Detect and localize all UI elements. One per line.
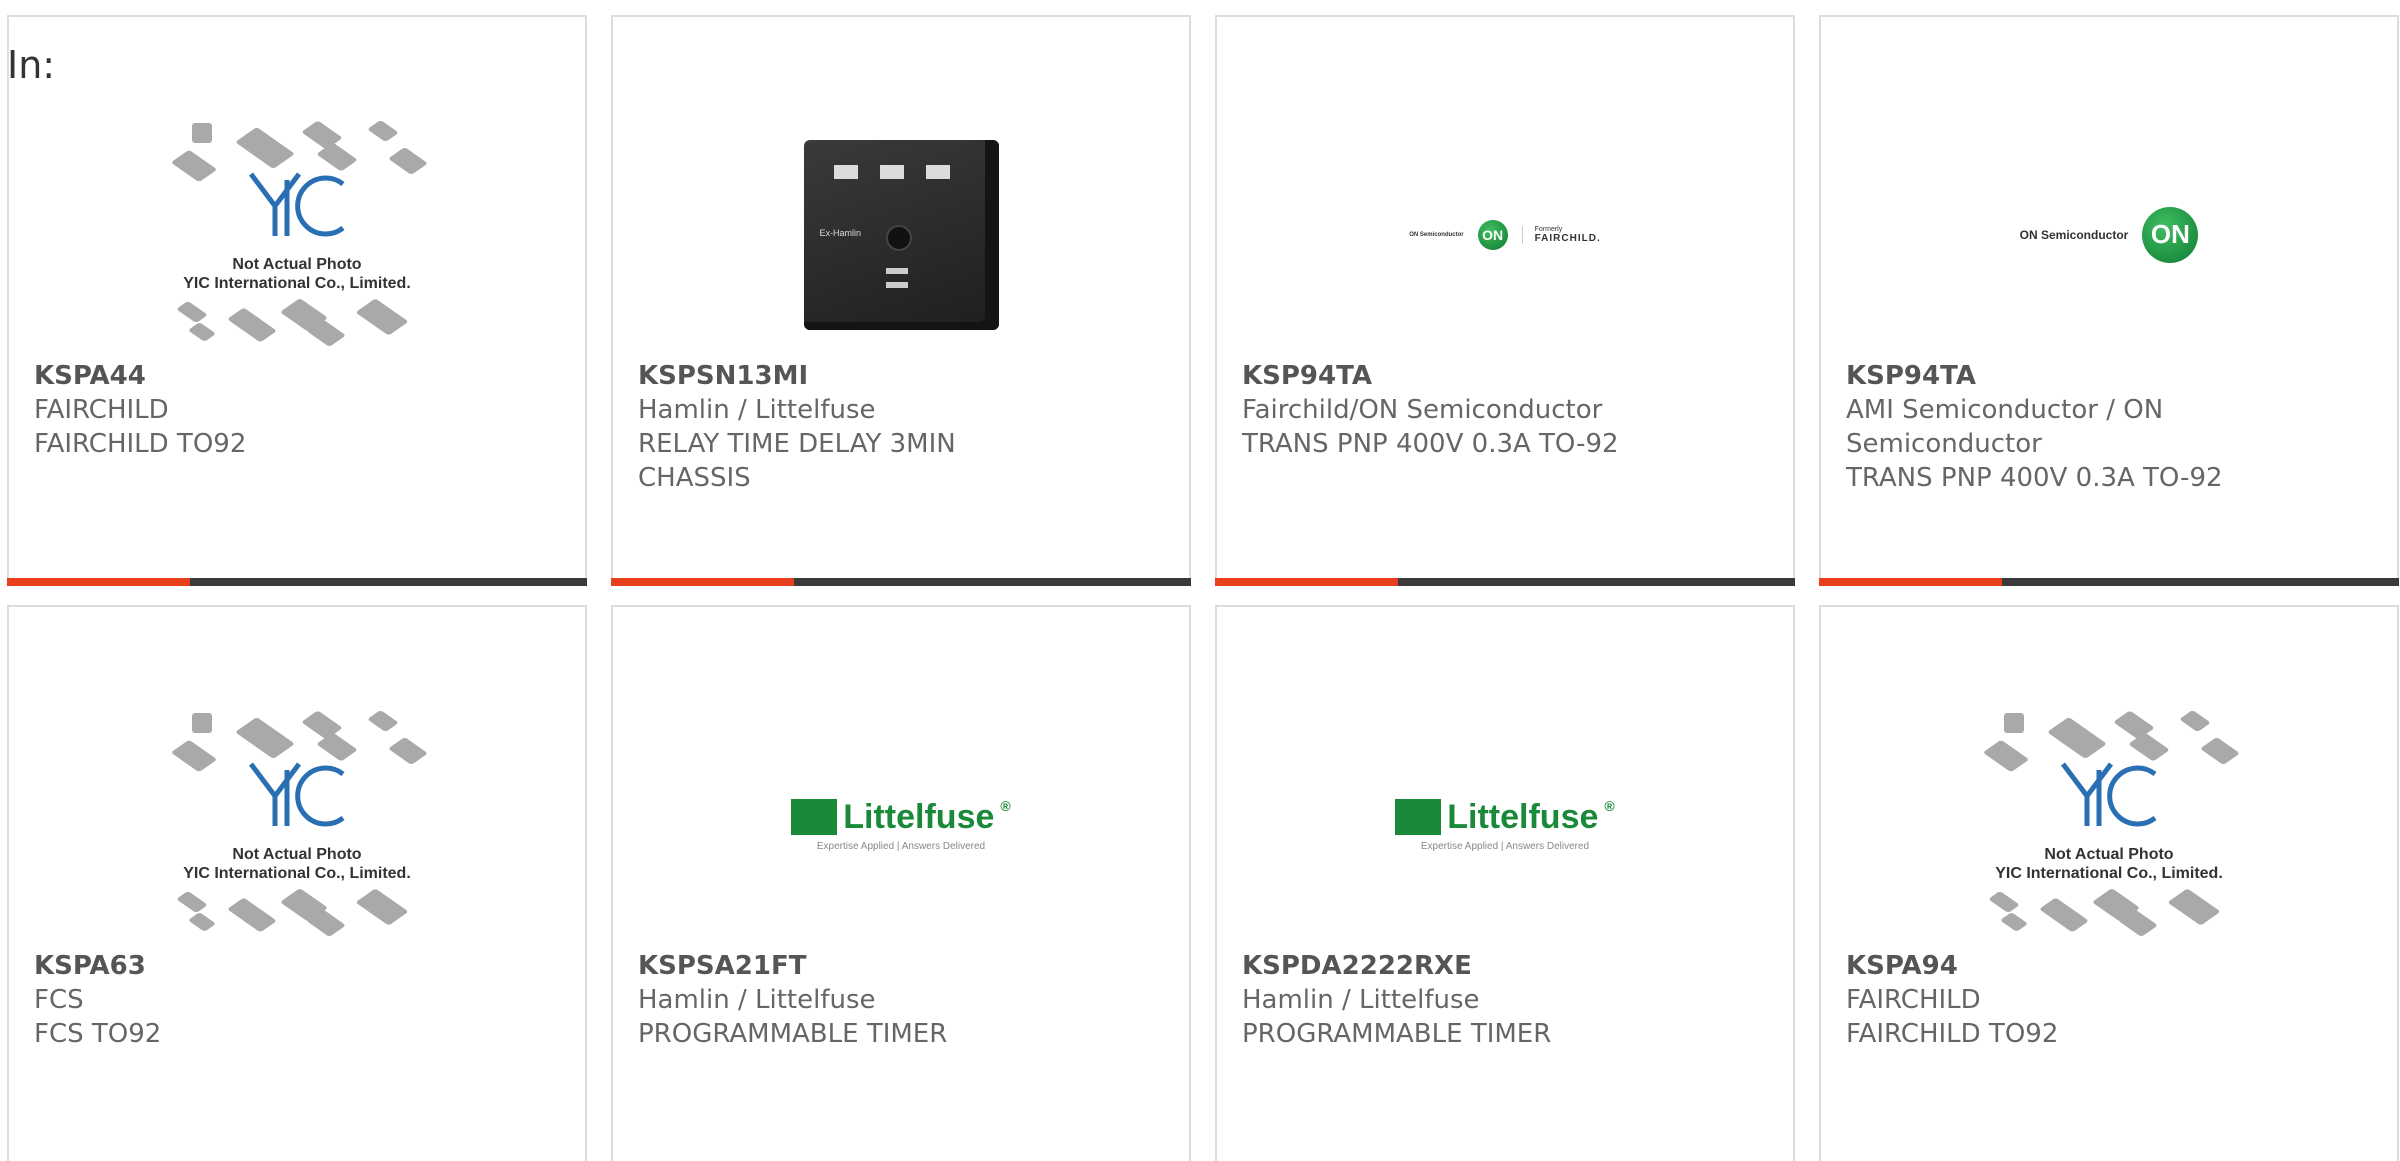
product-card[interactable]: Littelfuse ® Expertise Applied | Answers …	[611, 605, 1191, 1161]
yic-line1: Not Actual Photo	[232, 255, 362, 273]
product-card[interactable]: Not Actual Photo YIC International Co., …	[7, 605, 587, 1161]
yic-line2: YIC International Co., Limited.	[183, 274, 411, 292]
card-bar	[1819, 578, 2399, 586]
on-fairchild-logo: ON Semiconductor ON Formerly FAIRCHILD.	[1409, 219, 1600, 250]
part-number[interactable]: KSPA94	[1846, 949, 2372, 983]
product-image[interactable]: Ex-Hamlin	[613, 102, 1189, 367]
part-number[interactable]: KSP94TA	[1242, 359, 1768, 393]
yic-placeholder-image: Not Actual Photo YIC International Co., …	[162, 115, 432, 355]
product-image[interactable]: Not Actual Photo YIC International Co., …	[9, 102, 585, 367]
part-number[interactable]: KSP94TA	[1846, 359, 2372, 393]
part-number[interactable]: KSPA63	[34, 949, 560, 983]
littelfuse-mark-icon	[1395, 799, 1442, 835]
yic-placeholder-image: Not Actual Photo YIC International Co., …	[162, 705, 432, 945]
part-number[interactable]: KSPSN13MI	[638, 359, 1164, 393]
yic-logo-icon	[249, 172, 345, 236]
yic-logo-icon	[2061, 762, 2157, 826]
description: PROGRAMMABLE TIMER	[638, 1019, 948, 1049]
relay-photo: Ex-Hamlin	[803, 139, 999, 330]
product-image[interactable]: Littelfuse ® Expertise Applied | Answers …	[1217, 692, 1793, 957]
yic-line1: Not Actual Photo	[232, 845, 362, 863]
product-card[interactable]: Littelfuse ® Expertise Applied | Answers …	[1215, 605, 1795, 1161]
yic-logo-icon	[249, 762, 345, 826]
description: FAIRCHILD TO92	[34, 429, 247, 459]
part-number[interactable]: KSPDA2222RXE	[1242, 949, 1768, 983]
part-number[interactable]: KSPSA21FT	[638, 949, 1164, 983]
card-bar	[611, 578, 1191, 586]
manufacturer: FAIRCHILD	[34, 395, 169, 425]
on-semi-logo: ON Semiconductor ON	[2020, 206, 2199, 263]
product-card[interactable]: Ex-Hamlin KSPSN13MI Hamlin / Littelfuse …	[611, 15, 1191, 586]
description: FCS TO92	[34, 1019, 162, 1049]
manufacturer: Hamlin / Littelfuse	[638, 985, 876, 1015]
in-label: In:	[7, 43, 56, 87]
description: RELAY TIME DELAY 3MIN	[638, 429, 956, 459]
yic-placeholder-image: Not Actual Photo YIC International Co., …	[1974, 705, 2244, 945]
manufacturer: AMI Semiconductor / ON	[1846, 395, 2164, 425]
card-bar	[1215, 578, 1795, 586]
manufacturer-cont: Semiconductor	[1846, 429, 2042, 459]
yic-line1: Not Actual Photo	[2044, 845, 2174, 863]
littelfuse-logo: Littelfuse ® Expertise Applied | Answers …	[791, 798, 1011, 852]
product-card[interactable]: Not Actual Photo YIC International Co., …	[7, 15, 587, 586]
description-cont: CHASSIS	[638, 463, 751, 493]
product-image[interactable]: Not Actual Photo YIC International Co., …	[1821, 692, 2397, 957]
product-card[interactable]: ON Semiconductor ON Formerly FAIRCHILD. …	[1215, 15, 1795, 586]
relay-brand: Ex-Hamlin	[819, 227, 862, 238]
yic-line2: YIC International Co., Limited.	[1995, 864, 2223, 882]
description: PROGRAMMABLE TIMER	[1242, 1019, 1552, 1049]
manufacturer: FAIRCHILD	[1846, 985, 1981, 1015]
manufacturer: Hamlin / Littelfuse	[638, 395, 876, 425]
manufacturer: Hamlin / Littelfuse	[1242, 985, 1480, 1015]
littelfuse-mark-icon	[791, 799, 838, 835]
manufacturer: FCS	[34, 985, 84, 1015]
card-bar	[7, 578, 587, 586]
product-card[interactable]: ON Semiconductor ON KSP94TA AMI Semicond…	[1819, 15, 2399, 586]
product-image[interactable]: Littelfuse ® Expertise Applied | Answers …	[613, 692, 1189, 957]
description: TRANS PNP 400V 0.3A TO-92	[1242, 429, 1619, 459]
description: TRANS PNP 400V 0.3A TO-92	[1846, 463, 2223, 493]
littelfuse-logo: Littelfuse ® Expertise Applied | Answers …	[1395, 798, 1615, 852]
part-number[interactable]: KSPA44	[34, 359, 560, 393]
product-card[interactable]: Not Actual Photo YIC International Co., …	[1819, 605, 2399, 1161]
manufacturer: Fairchild/ON Semiconductor	[1242, 395, 1603, 425]
product-image[interactable]: ON Semiconductor ON Formerly FAIRCHILD.	[1217, 102, 1793, 367]
description: FAIRCHILD TO92	[1846, 1019, 2059, 1049]
yic-line2: YIC International Co., Limited.	[183, 864, 411, 882]
product-image[interactable]: ON Semiconductor ON	[1821, 102, 2397, 367]
product-image[interactable]: Not Actual Photo YIC International Co., …	[9, 692, 585, 957]
